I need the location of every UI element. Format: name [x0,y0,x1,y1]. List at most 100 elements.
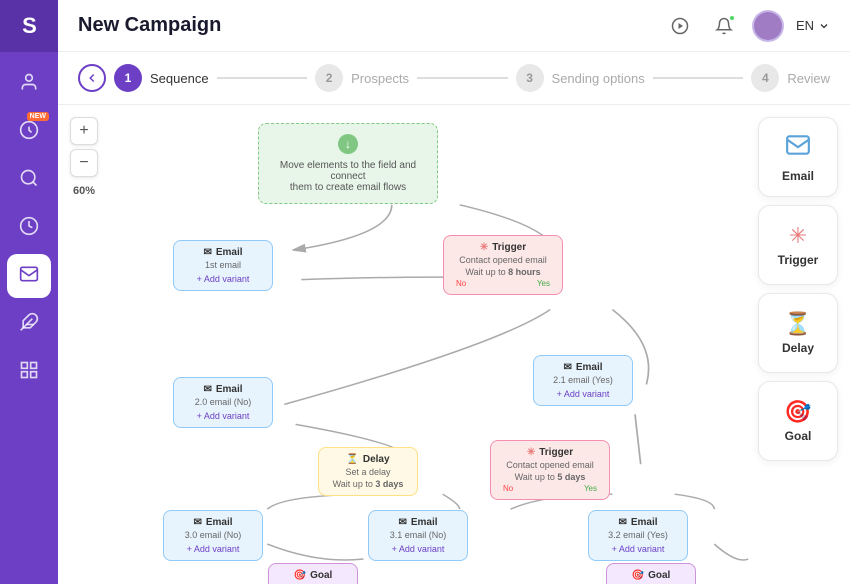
trigger-1-labels: No Yes [456,279,550,288]
back-button[interactable] [78,64,106,92]
zoom-level: 60% [73,185,95,197]
panel-delay-icon: ⏳ [784,311,811,337]
step-2-label: Prospects [351,71,409,86]
leads-icon [19,120,39,145]
email-20-icon: ✉ [203,384,211,395]
step-3-circle: 3 [516,64,544,92]
sidebar-item-leads[interactable]: NEW [7,110,51,154]
email-21-icon: ✉ [563,362,571,373]
contacts-icon [19,72,39,97]
node-trigger-1-sub2: Wait up to 8 hours [456,267,550,277]
sidebar-item-plugins[interactable] [7,302,51,346]
step-4[interactable]: 4 Review [751,64,830,92]
page-title: New Campaign [78,14,664,37]
panel-card-email[interactable]: Email [758,117,838,197]
panel-card-delay[interactable]: ⏳ Delay [758,293,838,373]
step-divider-1 [217,77,308,79]
app-logo[interactable]: S [0,0,58,52]
node-trigger-2-sub2: Wait up to 5 days [503,472,597,482]
new-badge: NEW [27,112,49,121]
sidebar-item-email[interactable] [7,254,51,298]
step-divider-2 [417,77,508,79]
step-2[interactable]: 2 Prospects [315,64,409,92]
trigger-1-icon: ✳ [480,242,488,253]
hint-text-2: them to create email flows [275,182,421,193]
node-goal-2-title: 🎯 Goal [619,570,683,581]
sidebar-item-grid[interactable] [7,350,51,394]
right-panel: Email ✳ Trigger ⏳ Delay 🎯 Goal [758,117,838,461]
trigger-2-labels: No Yes [503,484,597,493]
header: New Campaign EN [58,0,850,52]
trigger-2-yes: Yes [584,484,597,493]
node-trigger-1[interactable]: ✳ Trigger Contact opened email Wait up t… [443,235,563,295]
hint-text-1: Move elements to the field and connect [275,160,421,182]
node-email-30[interactable]: ✉ Email 3.0 email (No) + Add variant [163,510,263,561]
zoom-out-button[interactable]: − [70,149,98,177]
language-label: EN [796,18,814,33]
node-email-21-title: ✉ Email [546,362,620,373]
header-actions: EN [664,10,830,42]
add-variant-email-32[interactable]: + Add variant [601,544,675,554]
panel-trigger-label: Trigger [778,253,819,267]
node-trigger-2[interactable]: ✳ Trigger Contact opened email Wait up t… [490,440,610,500]
email-node-icon: ✉ [203,247,211,258]
add-variant-email-1st[interactable]: + Add variant [186,274,260,284]
sidebar-item-activity[interactable] [7,206,51,250]
sidebar: S NEW [0,0,58,584]
panel-email-label: Email [782,169,814,183]
language-selector[interactable]: EN [796,18,830,33]
node-delay-sub2: Wait up to 3 days [331,479,405,489]
step-divider-3 [653,77,744,79]
notification-dot [728,14,736,22]
step-1-label: Sequence [150,71,209,86]
goal-2-icon: 🎯 [632,570,644,581]
node-goal-1-title: 🎯 Goal [281,570,345,581]
node-email-30-sub: 3.0 email (No) [176,530,250,540]
node-email-1st[interactable]: ✉ Email 1st email + Add variant [173,240,273,291]
goal-1-icon: 🎯 [294,570,306,581]
sidebar-item-search[interactable] [7,158,51,202]
panel-card-goal[interactable]: 🎯 Goal [758,381,838,461]
node-email-21[interactable]: ✉ Email 2.1 email (Yes) + Add variant [533,355,633,406]
plugins-icon [19,312,39,337]
add-variant-email-31[interactable]: + Add variant [381,544,455,554]
steps-bar: 1 Sequence 2 Prospects 3 Sending options… [58,52,850,105]
add-variant-email-21[interactable]: + Add variant [546,389,620,399]
node-trigger-2-title: ✳ Trigger [503,447,597,458]
node-trigger-1-sub1: Contact opened email [456,255,550,265]
email-32-icon: ✉ [618,517,626,528]
node-email-31[interactable]: ✉ Email 3.1 email (No) + Add variant [368,510,468,561]
node-email-20[interactable]: ✉ Email 2.0 email (No) + Add variant [173,377,273,428]
node-goal-2[interactable]: 🎯 Goal Interested [606,563,696,584]
node-goal-1[interactable]: 🎯 Goal Not interested [268,563,358,584]
node-delay-1[interactable]: ⏳ Delay Set a delay Wait up to 3 days [318,447,418,496]
step-2-circle: 2 [315,64,343,92]
step-4-circle: 4 [751,64,779,92]
step-1[interactable]: 1 Sequence [114,64,209,92]
video-button[interactable] [664,10,696,42]
grid-icon [19,360,39,385]
email-30-icon: ✉ [193,517,201,528]
panel-card-trigger[interactable]: ✳ Trigger [758,205,838,285]
add-variant-email-30[interactable]: + Add variant [176,544,250,554]
trigger-2-no: No [503,484,513,493]
step-3[interactable]: 3 Sending options [516,64,645,92]
node-email-1st-sub: 1st email [186,260,260,270]
add-variant-email-20[interactable]: + Add variant [186,411,260,421]
zoom-in-button[interactable]: + [70,117,98,145]
panel-trigger-icon: ✳ [789,223,807,249]
trigger-2-icon: ✳ [527,447,535,458]
node-email-32[interactable]: ✉ Email 3.2 email (Yes) + Add variant [588,510,688,561]
sidebar-nav: NEW [7,52,51,584]
notifications-button[interactable] [708,10,740,42]
user-avatar[interactable] [752,10,784,42]
sidebar-item-contacts[interactable] [7,62,51,106]
email-31-icon: ✉ [398,517,406,528]
node-email-20-title: ✉ Email [186,384,260,395]
avatar-image [754,12,782,40]
node-delay-sub1: Set a delay [331,467,405,477]
panel-goal-icon: 🎯 [784,399,811,425]
main-content: New Campaign EN 1 Sequence [58,0,850,584]
trigger-1-yes: Yes [537,279,550,288]
panel-email-icon [785,132,811,165]
